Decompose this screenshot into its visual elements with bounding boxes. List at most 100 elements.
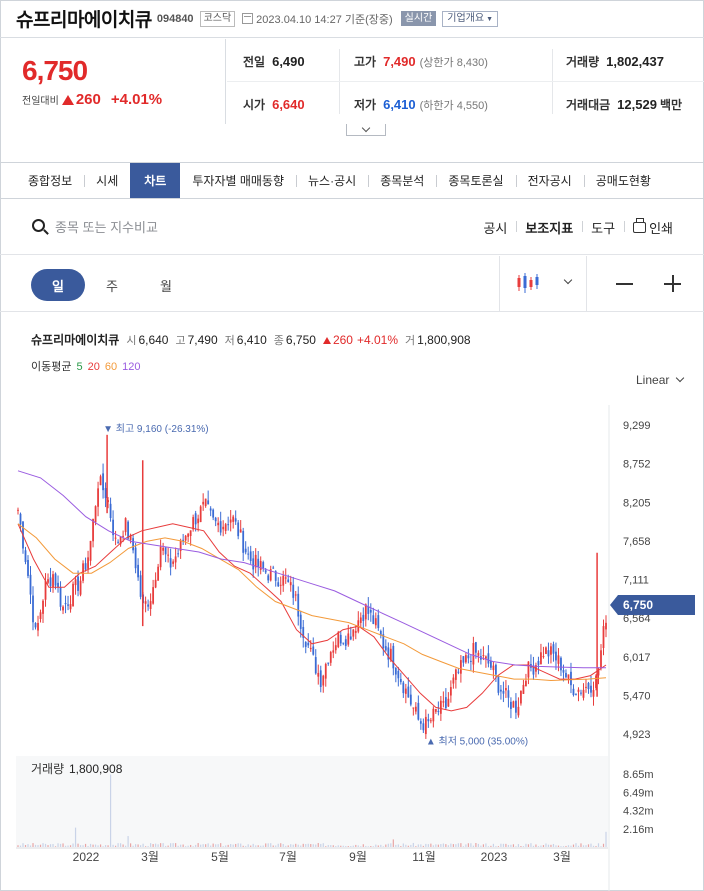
candle-body [194, 513, 197, 525]
tab-6[interactable]: 종목토론실 [436, 163, 515, 198]
y-tick-label: 8,752 [623, 459, 651, 471]
candle-body [172, 561, 175, 564]
candle-body [44, 580, 47, 600]
candle-body [434, 709, 437, 712]
candle-body [42, 600, 44, 614]
stock-tabs: 종합정보 시세 차트 투자자별 매매동향 뉴스·공시 종목분석 종목토론실 전자공시 공매도현황 [0, 162, 704, 199]
candle-body [224, 524, 227, 531]
upper-limit: (상한가 8,430) [419, 57, 488, 69]
candle-body [332, 650, 335, 653]
compare-search-input[interactable] [55, 216, 295, 238]
price-change: 전일대비 260 +4.01% [22, 91, 162, 108]
tab-3[interactable]: 투자자별 매매동향 [180, 163, 296, 198]
candle-body [79, 580, 82, 595]
volume-tick-label: 8.65m [623, 769, 654, 781]
chevron-down-icon: ▼ [486, 15, 494, 23]
period-month[interactable]: 월 [139, 269, 193, 301]
legend-change: 260 [332, 333, 353, 347]
candle-body [402, 682, 405, 694]
y-tick-label: 5,470 [623, 690, 651, 702]
candle-body [502, 690, 505, 694]
candle-body [582, 689, 585, 698]
company-overview-button[interactable]: 기업개요 ▼ [442, 10, 499, 27]
tools-link[interactable]: 도구 [582, 218, 624, 237]
search-icon[interactable] [32, 219, 45, 232]
ma-period-5[interactable]: 5 [76, 361, 82, 373]
candle-body [24, 550, 27, 562]
candle-body [242, 531, 245, 553]
candle-body [127, 521, 129, 539]
tab-5[interactable]: 종목분석 [368, 163, 436, 198]
candle-body [232, 516, 235, 522]
candle-body [177, 553, 180, 555]
max-annotation: ▼ 최고 9,160 (-26.31%) [103, 423, 209, 435]
company-overview-label: 기업개요 [447, 12, 485, 24]
indicators-link[interactable]: 보조지표 [516, 218, 582, 237]
volume-tick-label: 6.49m [623, 787, 654, 799]
candle-body [444, 697, 447, 709]
stat-value: 6,410 [383, 97, 416, 112]
x-tick-label: 9월 [349, 850, 367, 864]
candle-body [472, 643, 475, 665]
candle-body [149, 601, 152, 610]
stat-label: 전일 [243, 55, 266, 69]
tab-0[interactable]: 종합정보 [0, 163, 84, 198]
expand-button[interactable] [346, 123, 386, 136]
candle-body [39, 612, 42, 619]
candle-body [122, 535, 124, 537]
chevron-down-icon [563, 275, 573, 285]
realtime-button[interactable]: 실시간 [400, 11, 437, 26]
candle-body [167, 554, 170, 556]
candle-body [419, 721, 422, 724]
tab-1[interactable]: 시세 [84, 163, 130, 198]
candle-body [409, 694, 412, 705]
y-tick-label: 7,658 [623, 536, 651, 548]
ma-period-120[interactable]: 120 [122, 361, 140, 373]
candle-body [192, 517, 195, 530]
candle-body [159, 546, 162, 568]
period-day[interactable]: 일 [31, 269, 85, 301]
candle-body [452, 677, 455, 684]
tab-2[interactable]: 차트 [130, 163, 181, 198]
market-badge: 코스닥 [199, 10, 236, 27]
zoom-out-icon[interactable] [616, 283, 633, 285]
stat-label: 저가 [354, 98, 377, 112]
price-chart[interactable]: 9,2998,7528,2057,6587,1116,5646,0175,470… [0, 395, 704, 891]
candle-body [84, 563, 87, 570]
candle-body [462, 656, 465, 663]
candle-body [247, 553, 250, 555]
candle-body [227, 524, 230, 526]
stat-label: 시가 [243, 98, 266, 112]
candle-body [592, 690, 595, 697]
stat-value: 6,490 [272, 54, 305, 69]
candle-body [17, 509, 19, 511]
tab-8[interactable]: 공매도현황 [583, 163, 663, 198]
candle-body [237, 522, 240, 537]
scale-selector[interactable]: Linear [636, 373, 685, 387]
tab-4[interactable]: 뉴스·공시 [296, 163, 368, 198]
candle-body [459, 660, 462, 674]
candle-body [547, 650, 550, 657]
candle-body [117, 541, 119, 543]
candle-body [447, 698, 450, 707]
period-week[interactable]: 주 [85, 269, 139, 301]
candle-body [259, 561, 262, 570]
ma-period-20[interactable]: 20 [88, 361, 100, 373]
candle-body [342, 642, 345, 644]
tool-links: 공시 보조지표 도구 인쇄 [474, 218, 682, 237]
candle-body [307, 642, 310, 646]
candle-body [52, 574, 54, 588]
tab-7[interactable]: 전자공시 [515, 163, 584, 198]
stat-volume: 거래량 1,802,437 [566, 53, 664, 70]
disclosure-link[interactable]: 공시 [474, 218, 516, 237]
candle-body [214, 517, 217, 522]
print-button[interactable]: 인쇄 [624, 218, 682, 237]
candle-body [147, 604, 150, 607]
ma-period-60[interactable]: 60 [105, 361, 117, 373]
candle-body [565, 672, 567, 678]
chart-type-button[interactable] [499, 256, 587, 312]
candle-body [384, 646, 387, 651]
change-label: 전일대비 [22, 96, 59, 107]
print-label: 인쇄 [649, 221, 673, 236]
candle-body [317, 672, 320, 677]
